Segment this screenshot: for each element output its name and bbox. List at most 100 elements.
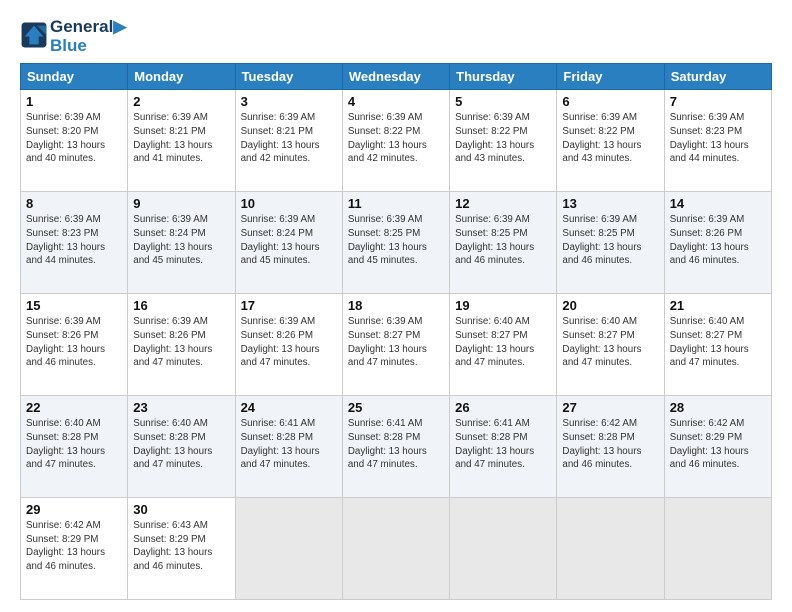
day-number: 12 xyxy=(455,196,551,211)
calendar-cell: 22 Sunrise: 6:40 AMSunset: 8:28 PMDayligh… xyxy=(21,396,128,498)
calendar-cell: 28 Sunrise: 6:42 AMSunset: 8:29 PMDayligh… xyxy=(664,396,771,498)
day-info: Sunrise: 6:42 AMSunset: 8:29 PMDaylight:… xyxy=(670,417,766,472)
day-header-saturday: Saturday xyxy=(664,64,771,90)
calendar-cell xyxy=(664,498,771,600)
day-info: Sunrise: 6:39 AMSunset: 8:24 PMDaylight:… xyxy=(241,213,337,268)
calendar-cell: 30 Sunrise: 6:43 AMSunset: 8:29 PMDayligh… xyxy=(128,498,235,600)
calendar-cell: 17 Sunrise: 6:39 AMSunset: 8:26 PMDayligh… xyxy=(235,294,342,396)
day-number: 27 xyxy=(562,400,658,415)
day-header-sunday: Sunday xyxy=(21,64,128,90)
day-info: Sunrise: 6:39 AMSunset: 8:26 PMDaylight:… xyxy=(670,213,766,268)
day-info: Sunrise: 6:39 AMSunset: 8:26 PMDaylight:… xyxy=(241,315,337,370)
day-number: 13 xyxy=(562,196,658,211)
calendar-cell: 15 Sunrise: 6:39 AMSunset: 8:26 PMDayligh… xyxy=(21,294,128,396)
calendar-cell: 26 Sunrise: 6:41 AMSunset: 8:28 PMDayligh… xyxy=(450,396,557,498)
day-number: 2 xyxy=(133,94,229,109)
day-info: Sunrise: 6:40 AMSunset: 8:28 PMDaylight:… xyxy=(26,417,122,472)
calendar-cell: 27 Sunrise: 6:42 AMSunset: 8:28 PMDayligh… xyxy=(557,396,664,498)
day-number: 16 xyxy=(133,298,229,313)
calendar-cell: 12 Sunrise: 6:39 AMSunset: 8:25 PMDayligh… xyxy=(450,192,557,294)
calendar-table: SundayMondayTuesdayWednesdayThursdayFrid… xyxy=(20,63,772,600)
calendar-cell: 6 Sunrise: 6:39 AMSunset: 8:22 PMDaylight… xyxy=(557,90,664,192)
day-info: Sunrise: 6:39 AMSunset: 8:26 PMDaylight:… xyxy=(26,315,122,370)
day-info: Sunrise: 6:39 AMSunset: 8:24 PMDaylight:… xyxy=(133,213,229,268)
calendar-cell: 14Sunrise: 6:39 AMSunset: 8:26 PMDayligh… xyxy=(664,192,771,294)
calendar-cell: 1 Sunrise: 6:39 AMSunset: 8:20 PMDaylight… xyxy=(21,90,128,192)
calendar-cell: 3Sunrise: 6:39 AMSunset: 8:21 PMDaylight… xyxy=(235,90,342,192)
day-number: 23 xyxy=(133,400,229,415)
calendar-week-row: 29Sunrise: 6:42 AMSunset: 8:29 PMDayligh… xyxy=(21,498,772,600)
day-info: Sunrise: 6:40 AMSunset: 8:28 PMDaylight:… xyxy=(133,417,229,472)
day-info: Sunrise: 6:39 AMSunset: 8:22 PMDaylight:… xyxy=(562,111,658,166)
day-info: Sunrise: 6:43 AMSunset: 8:29 PMDaylight:… xyxy=(133,519,229,574)
day-info: Sunrise: 6:39 AMSunset: 8:21 PMDaylight:… xyxy=(241,111,337,166)
day-number: 30 xyxy=(133,502,229,517)
day-number: 15 xyxy=(26,298,122,313)
page: General▶ Blue SundayMondayTuesdayWednesd… xyxy=(0,0,792,612)
calendar-cell: 20 Sunrise: 6:40 AMSunset: 8:27 PMDayligh… xyxy=(557,294,664,396)
calendar-header: SundayMondayTuesdayWednesdayThursdayFrid… xyxy=(21,64,772,90)
calendar-cell: 11Sunrise: 6:39 AMSunset: 8:25 PMDayligh… xyxy=(342,192,449,294)
calendar-body: 1 Sunrise: 6:39 AMSunset: 8:20 PMDaylight… xyxy=(21,90,772,600)
day-info: Sunrise: 6:41 AMSunset: 8:28 PMDaylight:… xyxy=(348,417,444,472)
calendar-cell: 19 Sunrise: 6:40 AMSunset: 8:27 PMDayligh… xyxy=(450,294,557,396)
day-info: Sunrise: 6:39 AMSunset: 8:25 PMDaylight:… xyxy=(455,213,551,268)
calendar-cell: 23 Sunrise: 6:40 AMSunset: 8:28 PMDayligh… xyxy=(128,396,235,498)
logo-icon xyxy=(20,21,48,49)
day-info: Sunrise: 6:39 AMSunset: 8:26 PMDaylight:… xyxy=(133,315,229,370)
day-number: 18 xyxy=(348,298,444,313)
day-info: Sunrise: 6:42 AMSunset: 8:29 PMDaylight:… xyxy=(26,519,122,574)
day-info: Sunrise: 6:42 AMSunset: 8:28 PMDaylight:… xyxy=(562,417,658,472)
day-number: 22 xyxy=(26,400,122,415)
day-info: Sunrise: 6:39 AMSunset: 8:23 PMDaylight:… xyxy=(670,111,766,166)
day-info: Sunrise: 6:39 AMSunset: 8:21 PMDaylight:… xyxy=(133,111,229,166)
calendar-cell: 7 Sunrise: 6:39 AMSunset: 8:23 PMDaylight… xyxy=(664,90,771,192)
day-info: Sunrise: 6:41 AMSunset: 8:28 PMDaylight:… xyxy=(241,417,337,472)
day-number: 21 xyxy=(670,298,766,313)
day-number: 28 xyxy=(670,400,766,415)
day-info: Sunrise: 6:41 AMSunset: 8:28 PMDaylight:… xyxy=(455,417,551,472)
calendar-cell: 24 Sunrise: 6:41 AMSunset: 8:28 PMDayligh… xyxy=(235,396,342,498)
day-number: 17 xyxy=(241,298,337,313)
header: General▶ Blue xyxy=(20,18,772,55)
day-number: 11 xyxy=(348,196,444,211)
day-number: 5 xyxy=(455,94,551,109)
day-info: Sunrise: 6:40 AMSunset: 8:27 PMDaylight:… xyxy=(455,315,551,370)
day-info: Sunrise: 6:40 AMSunset: 8:27 PMDaylight:… xyxy=(562,315,658,370)
day-number: 26 xyxy=(455,400,551,415)
calendar-cell: 13 Sunrise: 6:39 AMSunset: 8:25 PMDayligh… xyxy=(557,192,664,294)
day-number: 6 xyxy=(562,94,658,109)
calendar-cell xyxy=(450,498,557,600)
calendar-cell: 18Sunrise: 6:39 AMSunset: 8:27 PMDayligh… xyxy=(342,294,449,396)
calendar-cell xyxy=(342,498,449,600)
day-header-friday: Friday xyxy=(557,64,664,90)
calendar-week-row: 8Sunrise: 6:39 AMSunset: 8:23 PMDaylight… xyxy=(21,192,772,294)
calendar-cell: 25Sunrise: 6:41 AMSunset: 8:28 PMDayligh… xyxy=(342,396,449,498)
calendar-week-row: 15 Sunrise: 6:39 AMSunset: 8:26 PMDayligh… xyxy=(21,294,772,396)
calendar-cell: 16 Sunrise: 6:39 AMSunset: 8:26 PMDayligh… xyxy=(128,294,235,396)
calendar-cell: 10 Sunrise: 6:39 AMSunset: 8:24 PMDayligh… xyxy=(235,192,342,294)
day-number: 20 xyxy=(562,298,658,313)
day-info: Sunrise: 6:39 AMSunset: 8:20 PMDaylight:… xyxy=(26,111,122,166)
calendar-cell: 2 Sunrise: 6:39 AMSunset: 8:21 PMDaylight… xyxy=(128,90,235,192)
day-number: 7 xyxy=(670,94,766,109)
day-info: Sunrise: 6:39 AMSunset: 8:23 PMDaylight:… xyxy=(26,213,122,268)
days-header-row: SundayMondayTuesdayWednesdayThursdayFrid… xyxy=(21,64,772,90)
calendar-week-row: 22 Sunrise: 6:40 AMSunset: 8:28 PMDayligh… xyxy=(21,396,772,498)
day-number: 24 xyxy=(241,400,337,415)
logo-text: General▶ Blue xyxy=(50,18,126,55)
day-info: Sunrise: 6:39 AMSunset: 8:22 PMDaylight:… xyxy=(348,111,444,166)
day-info: Sunrise: 6:40 AMSunset: 8:27 PMDaylight:… xyxy=(670,315,766,370)
calendar-week-row: 1 Sunrise: 6:39 AMSunset: 8:20 PMDaylight… xyxy=(21,90,772,192)
calendar-cell: 4Sunrise: 6:39 AMSunset: 8:22 PMDaylight… xyxy=(342,90,449,192)
day-number: 19 xyxy=(455,298,551,313)
day-info: Sunrise: 6:39 AMSunset: 8:22 PMDaylight:… xyxy=(455,111,551,166)
day-number: 1 xyxy=(26,94,122,109)
calendar-cell xyxy=(235,498,342,600)
day-info: Sunrise: 6:39 AMSunset: 8:25 PMDaylight:… xyxy=(562,213,658,268)
day-header-thursday: Thursday xyxy=(450,64,557,90)
logo: General▶ Blue xyxy=(20,18,126,55)
calendar-cell: 9Sunrise: 6:39 AMSunset: 8:24 PMDaylight… xyxy=(128,192,235,294)
day-header-tuesday: Tuesday xyxy=(235,64,342,90)
day-number: 10 xyxy=(241,196,337,211)
